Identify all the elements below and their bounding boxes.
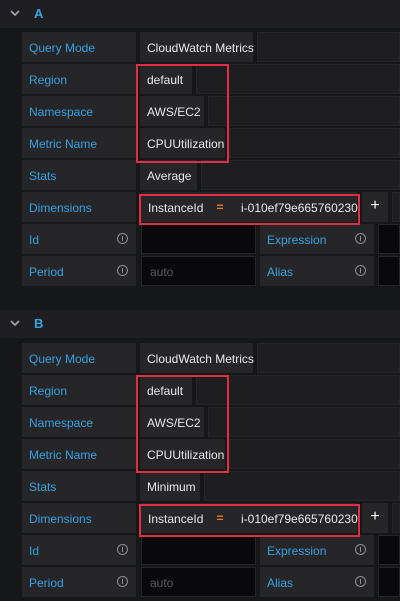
metric-name-row: Metric Name CPUUtilization [0, 439, 400, 469]
id-input[interactable] [141, 535, 256, 565]
period-label-text: Period [29, 576, 64, 590]
row-filler [229, 439, 400, 469]
stats-label: Stats [22, 471, 136, 501]
stats-row: Stats Average [0, 160, 400, 190]
region-select[interactable]: default [140, 64, 192, 94]
info-icon[interactable] [355, 544, 366, 555]
region-row: Region default [0, 375, 400, 405]
info-icon[interactable] [117, 544, 128, 555]
id-input[interactable] [141, 224, 256, 254]
alias-input[interactable] [378, 567, 400, 597]
query-name: B [34, 316, 44, 331]
info-icon[interactable] [355, 265, 366, 276]
metric-name-label: Metric Name [22, 439, 136, 469]
id-label-text: Id [29, 544, 40, 558]
expression-label-text: Expression [267, 233, 327, 247]
info-icon[interactable] [355, 576, 366, 587]
chevron-down-icon[interactable] [9, 317, 21, 329]
expression-label: Expression [260, 535, 374, 565]
alias-label-text: Alias [267, 576, 294, 590]
query-header[interactable]: A [0, 0, 400, 28]
period-input[interactable]: auto [141, 567, 256, 597]
row-filler [196, 375, 400, 405]
query-name: A [34, 6, 44, 21]
namespace-select[interactable]: AWS/EC2 [140, 96, 204, 126]
stats-select[interactable]: Minimum [140, 471, 200, 501]
add-dimension-button[interactable]: + [362, 192, 388, 222]
row-filler [204, 471, 400, 501]
namespace-row: Namespace AWS/EC2 [0, 407, 400, 437]
add-dimension-button[interactable]: + [362, 503, 388, 533]
row-filler [201, 160, 400, 190]
id-label-text: Id [29, 233, 40, 247]
row-filler [208, 407, 400, 437]
id-row: Id Expression [0, 224, 400, 254]
row-filler [229, 128, 400, 158]
stats-label: Stats [22, 160, 136, 190]
query-mode-row: Query Mode CloudWatch Metrics [0, 32, 400, 62]
dimension-value[interactable]: i-010ef79e665760230 [233, 192, 358, 222]
row-filler [257, 343, 400, 373]
stats-row: Stats Minimum [0, 471, 400, 501]
row-filler [208, 96, 400, 126]
info-icon[interactable] [117, 576, 128, 587]
chevron-down-icon[interactable] [9, 7, 21, 19]
query-mode-select[interactable]: CloudWatch Metrics [140, 343, 254, 373]
id-label: Id [22, 535, 136, 565]
period-row: Period auto Alias [0, 567, 400, 597]
info-icon[interactable] [117, 233, 128, 244]
query-mode-select[interactable]: CloudWatch Metrics [140, 32, 254, 62]
alias-label: Alias [260, 567, 374, 597]
row-filler [196, 64, 400, 94]
query-mode-row: Query Mode CloudWatch Metrics [0, 343, 400, 373]
dimension-value[interactable]: i-010ef79e665760230 [233, 503, 358, 533]
id-label: Id [22, 224, 136, 254]
period-row: Period auto Alias [0, 256, 400, 286]
dimensions-row: Dimensions InstanceId = i-010ef79e665760… [0, 192, 400, 222]
expression-label-text: Expression [267, 544, 327, 558]
dimensions-label: Dimensions [22, 192, 136, 222]
expression-input[interactable] [378, 224, 400, 254]
row-filler [257, 32, 400, 62]
expression-label: Expression [260, 224, 374, 254]
period-input[interactable]: auto [141, 256, 256, 286]
dimension-key[interactable]: InstanceId [141, 503, 207, 533]
dimension-operator[interactable]: = [207, 192, 233, 222]
dimensions-label: Dimensions [22, 503, 136, 533]
metric-name-select[interactable]: CPUUtilization [140, 128, 225, 158]
dimensions-row: Dimensions InstanceId = i-010ef79e665760… [0, 503, 400, 533]
query-mode-label: Query Mode [22, 32, 136, 62]
period-label: Period [22, 567, 136, 597]
row-filler [392, 503, 400, 533]
namespace-label: Namespace [22, 96, 136, 126]
alias-label-text: Alias [267, 265, 294, 279]
namespace-label: Namespace [22, 407, 136, 437]
info-icon[interactable] [355, 233, 366, 244]
alias-label: Alias [260, 256, 374, 286]
metric-name-row: Metric Name CPUUtilization [0, 128, 400, 158]
period-label: Period [22, 256, 136, 286]
expression-input[interactable] [378, 535, 400, 565]
period-label-text: Period [29, 265, 64, 279]
stats-select[interactable]: Average [140, 160, 197, 190]
query-header[interactable]: B [0, 310, 400, 338]
dimension-key[interactable]: InstanceId [141, 192, 207, 222]
alias-input[interactable] [378, 256, 400, 286]
namespace-row: Namespace AWS/EC2 [0, 96, 400, 126]
id-row: Id Expression [0, 535, 400, 565]
dimension-operator[interactable]: = [207, 503, 233, 533]
region-label: Region [22, 64, 136, 94]
region-select[interactable]: default [140, 375, 192, 405]
region-row: Region default [0, 64, 400, 94]
metric-name-label: Metric Name [22, 128, 136, 158]
metric-name-select[interactable]: CPUUtilization [140, 439, 225, 469]
info-icon[interactable] [117, 265, 128, 276]
query-mode-label: Query Mode [22, 343, 136, 373]
region-label: Region [22, 375, 136, 405]
row-filler [392, 192, 400, 222]
namespace-select[interactable]: AWS/EC2 [140, 407, 204, 437]
